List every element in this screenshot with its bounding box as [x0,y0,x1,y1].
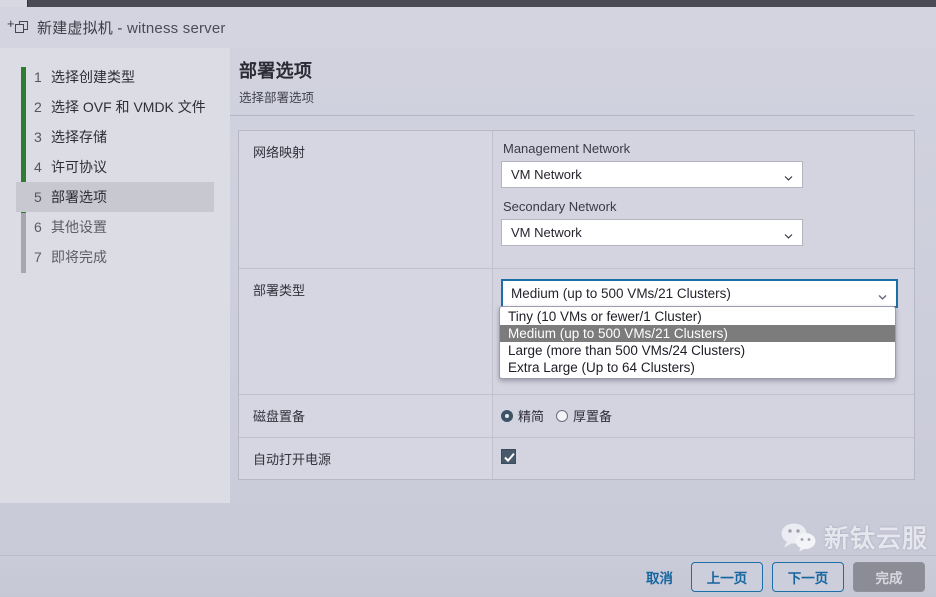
management-network-value: VM Network [511,167,582,182]
chevron-down-icon [784,228,793,239]
finish-button: 完成 [853,562,925,592]
window-tab-stub [0,0,28,7]
disk-provisioning-radio-group: 精简 厚置备 [501,406,902,425]
radio-thin-provision-label: 精简 [518,409,545,424]
secondary-network-value: VM Network [511,225,582,240]
sidebar-step-5[interactable]: 5 部署选项 [16,182,214,212]
deployment-type-select[interactable]: Medium (up to 500 VMs/21 Clusters) [501,279,898,308]
dropdown-option-medium[interactable]: Medium (up to 500 VMs/21 Clusters) [500,325,895,342]
wizard-window: + 新建虚拟机 - witness server 1 选择创建类型 2 选择 O… [0,0,936,597]
deployment-type-dropdown-list[interactable]: Tiny (10 VMs or fewer/1 Cluster) Medium … [499,306,896,379]
new-virtual-machine-icon: + [7,17,31,39]
step-label: 选择 OVF 和 VMDK 文件 [51,99,206,115]
title-bar: + 新建虚拟机 - witness server [0,7,936,48]
auto-power-on-value [493,438,914,479]
step-label: 部署选项 [51,189,107,205]
deployment-options-form: 网络映射 Management Network VM Network Secon… [238,130,915,480]
chevron-down-icon [878,289,887,300]
step-label: 选择存储 [51,129,107,145]
wizard-main-panel: 部署选项 选择部署选项 网络映射 Management Network VM N… [230,48,936,555]
window-title-separator: - [113,20,127,37]
radio-thin-provision[interactable] [501,409,513,422]
dropdown-option-tiny[interactable]: Tiny (10 VMs or fewer/1 Cluster) [500,308,895,325]
window-title-sub: witness server [126,20,226,37]
step-number: 4 [34,159,42,175]
sidebar-step-4[interactable]: 4 许可协议 [16,152,214,182]
header-divider [230,115,914,116]
form-row-disk-provisioning: 磁盘置备 精简 厚置备 [239,395,914,438]
sidebar-step-1[interactable]: 1 选择创建类型 [16,62,214,92]
footer-button-group: 取消 上一页 下一页 完成 [637,562,925,592]
step-label: 选择创建类型 [51,69,135,85]
form-row-auto-power-on: 自动打开电源 [239,438,914,479]
step-number: 3 [34,129,42,145]
form-row-network-mapping: 网络映射 Management Network VM Network Secon… [239,131,914,269]
management-network-select[interactable]: VM Network [501,161,803,188]
management-network-label: Management Network [503,141,631,156]
window-title: 新建虚拟机 - witness server [37,17,226,38]
wizard-body: 1 选择创建类型 2 选择 OVF 和 VMDK 文件 3 选择存储 4 许可协… [0,48,936,555]
step-number: 2 [34,99,42,115]
deployment-type-value: vSAN Witness Appliance section of the vS… [493,269,914,394]
wizard-footer: 取消 上一页 下一页 完成 [0,555,936,597]
disk-provisioning-label: 磁盘置备 [239,395,493,437]
secondary-network-label: Secondary Network [503,199,617,214]
sidebar-step-6[interactable]: 6 其他设置 [16,212,214,242]
sidebar-step-2[interactable]: 2 选择 OVF 和 VMDK 文件 [16,92,214,122]
auto-power-on-label: 自动打开电源 [239,438,493,479]
cancel-button[interactable]: 取消 [637,567,682,587]
step-number: 1 [34,69,42,85]
wizard-sidebar: 1 选择创建类型 2 选择 OVF 和 VMDK 文件 3 选择存储 4 许可协… [0,48,230,503]
auto-power-on-checkbox[interactable] [501,449,516,464]
dropdown-option-large[interactable]: Large (more than 500 VMs/24 Clusters) [500,342,895,359]
deployment-type-label: 部署类型 [239,269,493,394]
radio-thick-provision[interactable] [556,409,569,422]
network-mapping-value: Management Network VM Network Secondary … [493,131,914,268]
window-title-main: 新建虚拟机 [37,20,114,37]
dropdown-option-extra-large[interactable]: Extra Large (Up to 64 Clusters) [500,359,895,376]
disk-provisioning-value: 精简 厚置备 [493,395,914,437]
page-title: 部署选项 [239,61,313,81]
wizard-step-list: 1 选择创建类型 2 选择 OVF 和 VMDK 文件 3 选择存储 4 许可协… [16,62,230,273]
back-button[interactable]: 上一页 [691,562,763,592]
step-label: 即将完成 [51,249,107,265]
network-mapping-label: 网络映射 [239,131,493,268]
window-top-strip [0,0,936,7]
page-header: 部署选项 选择部署选项 [230,48,936,106]
chevron-down-icon [784,170,793,181]
step-number: 6 [34,219,42,235]
step-label: 许可协议 [51,159,107,175]
page-subtitle: 选择部署选项 [239,91,315,105]
sidebar-step-3[interactable]: 3 选择存储 [16,122,214,152]
next-button[interactable]: 下一页 [772,562,844,592]
radio-thick-provision-label: 厚置备 [573,409,613,424]
step-number: 5 [34,189,42,205]
secondary-network-select[interactable]: VM Network [501,219,803,246]
form-row-deployment-type: 部署类型 vSAN Witness Appliance section of t… [239,269,914,395]
deployment-type-selected-value: Medium (up to 500 VMs/21 Clusters) [511,286,731,301]
step-label: 其他设置 [51,219,107,235]
sidebar-step-7[interactable]: 7 即将完成 [16,242,214,272]
check-icon [504,452,515,463]
step-number: 7 [34,249,42,265]
